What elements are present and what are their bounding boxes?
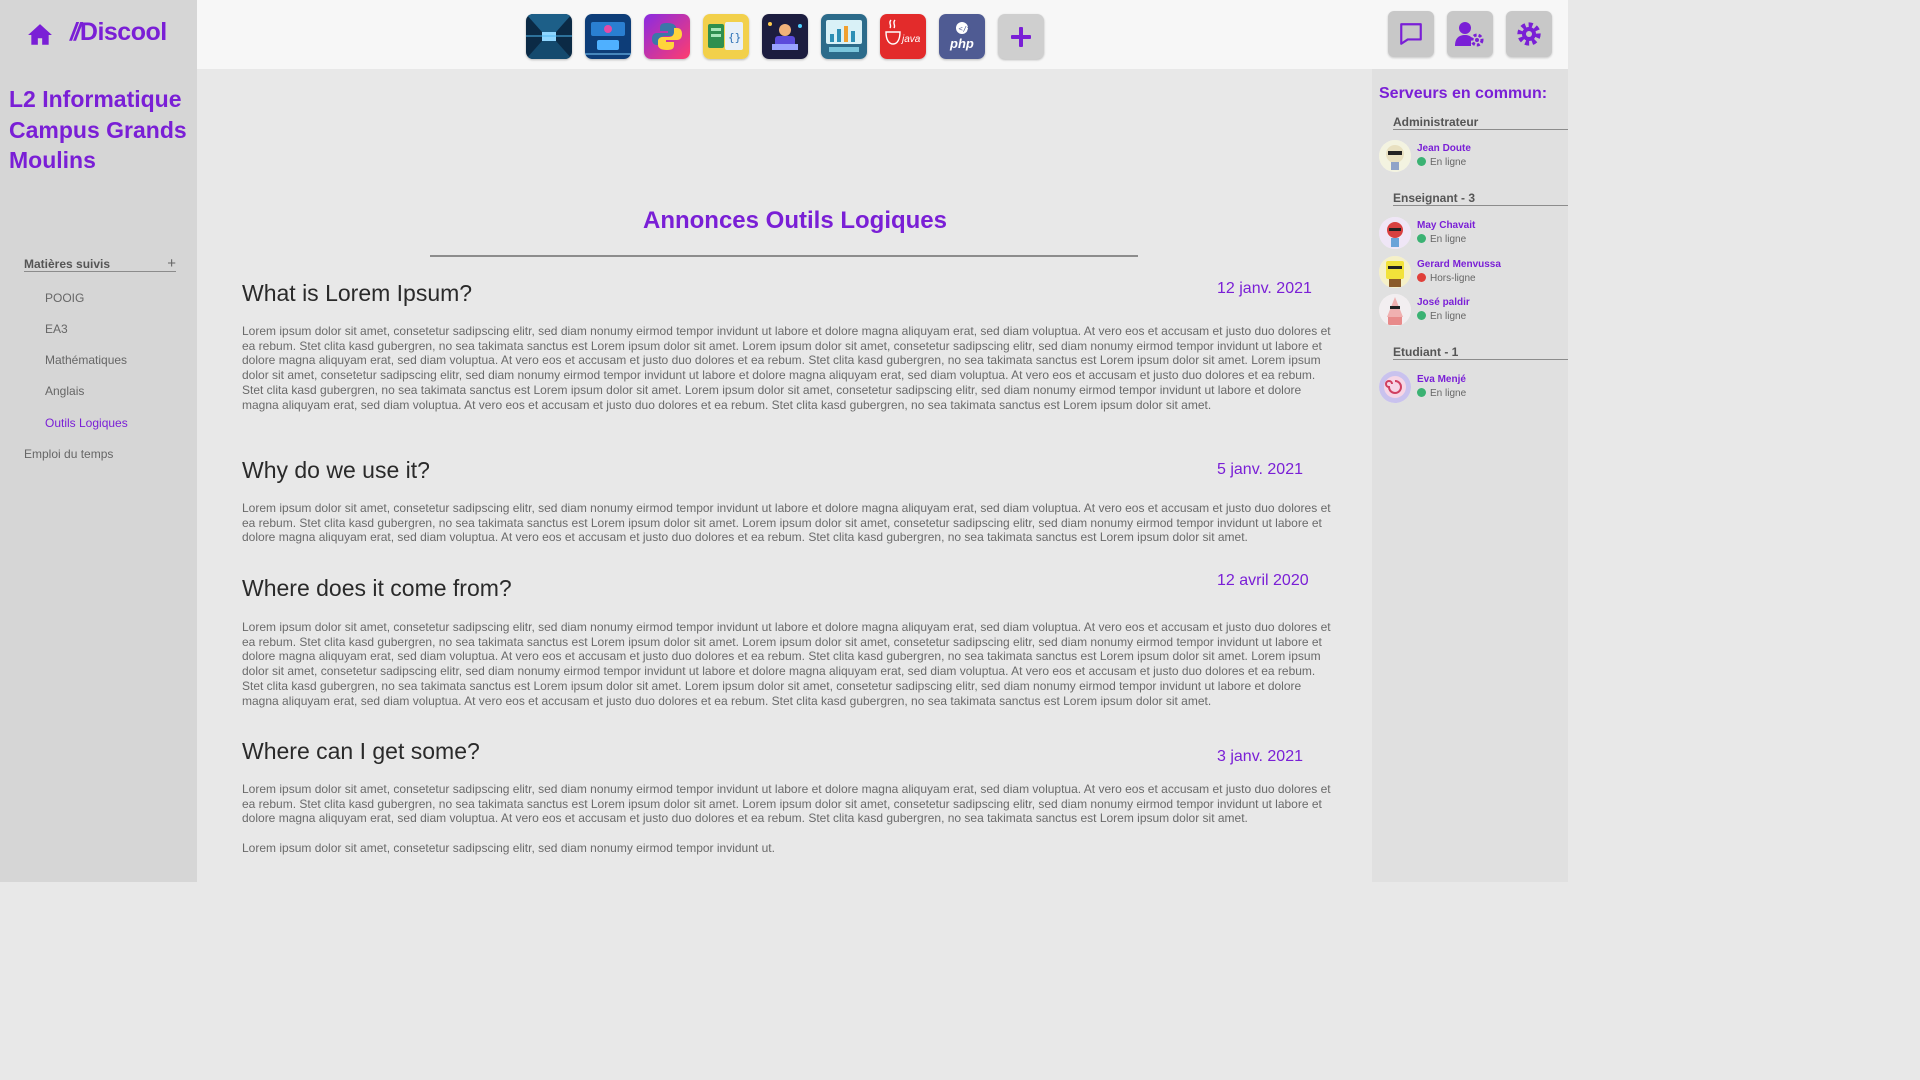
- members-title: Serveurs en commun:: [1379, 85, 1548, 102]
- announcement-body: Lorem ipsum dolor sit amet, consetetur s…: [242, 324, 1331, 412]
- announcement-title: What is Lorem Ipsum?: [242, 280, 473, 306]
- avatar: [1379, 371, 1411, 403]
- top-bar: //Discool {} java </> php: [0, 0, 1568, 69]
- title-divider: [430, 255, 1138, 257]
- sidebar-item-mathematiques[interactable]: Mathématiques: [45, 353, 127, 367]
- announcement-body: Lorem ipsum dolor sit amet, consetetur s…: [242, 782, 1331, 826]
- announcement-title: Where can I get some?: [242, 738, 480, 764]
- announcement-body-extra: Lorem ipsum dolor sit amet, consetetur s…: [242, 841, 775, 855]
- member-item[interactable]: Jean Doute En ligne: [1379, 140, 1564, 174]
- developer-icon: [762, 14, 808, 59]
- user-gear-icon: [1455, 22, 1484, 47]
- members-sidebar: Serveurs en commun: Administrateur Jean …: [1372, 69, 1568, 882]
- member-status: Hors-ligne: [1417, 273, 1476, 284]
- group-title: L2 Informatique Campus Grands Moulins: [9, 86, 187, 173]
- corridor-icon: [526, 14, 572, 59]
- online-dot: [1417, 311, 1426, 320]
- page-title: Annonces Outils Logiques: [642, 207, 948, 234]
- member-item[interactable]: May Chavait En ligne: [1379, 217, 1564, 251]
- messages-button[interactable]: [1388, 11, 1434, 57]
- member-item[interactable]: José paldir En ligne: [1379, 294, 1564, 328]
- online-dot: [1417, 388, 1426, 397]
- brand-area: //Discool: [0, 0, 197, 69]
- announcement-title: Where does it come from?: [242, 575, 512, 601]
- server-code[interactable]: {}: [703, 14, 749, 59]
- server-tunnel[interactable]: [526, 14, 572, 59]
- subjects-header: Matières suivis +: [24, 255, 176, 272]
- sidebar-item-pooig[interactable]: POOIG: [45, 291, 84, 305]
- member-status-label: En ligne: [1430, 234, 1467, 245]
- avatar: [1379, 140, 1411, 172]
- sidebar-item-ea3[interactable]: EA3: [45, 322, 68, 336]
- python-icon: [644, 14, 690, 59]
- announcement-body: Lorem ipsum dolor sit amet, consetetur s…: [242, 620, 1331, 708]
- home-icon[interactable]: [27, 22, 53, 48]
- subjects-header-label: Matières suivis: [24, 257, 111, 271]
- member-name: May Chavait: [1417, 220, 1476, 231]
- online-dot: [1417, 157, 1426, 166]
- member-status-label: En ligne: [1430, 157, 1467, 168]
- server-java[interactable]: java: [880, 14, 926, 59]
- member-status: En ligne: [1417, 234, 1466, 245]
- announcements-panel: Annonces Outils Logiques What is Lorem I…: [197, 69, 1372, 882]
- server-analytics[interactable]: [821, 14, 867, 59]
- announcement-date: 5 janv. 2021: [1217, 461, 1303, 478]
- code-file-icon: {}: [703, 14, 749, 59]
- announcement-date: 12 janv. 2021: [1217, 280, 1312, 297]
- circuit-icon: [585, 14, 631, 59]
- gear-icon: [1517, 22, 1541, 46]
- announcement-title: Why do we use it?: [242, 457, 430, 483]
- user-settings-button[interactable]: [1447, 11, 1493, 57]
- server-dev[interactable]: [762, 14, 808, 59]
- app-logo[interactable]: //Discool: [70, 18, 167, 47]
- sidebar-item-anglais[interactable]: Anglais: [45, 384, 84, 398]
- member-name: Jean Doute: [1417, 143, 1471, 154]
- server-python[interactable]: [644, 14, 690, 59]
- logo-mark: //: [70, 18, 81, 46]
- announcement-body: Lorem ipsum dolor sit amet, consetetur s…: [242, 501, 1331, 545]
- announcement-date: 3 janv. 2021: [1217, 748, 1303, 765]
- role-header: Etudiant - 1: [1393, 345, 1568, 360]
- svg-text:{}: {}: [728, 31, 741, 44]
- member-status-label: En ligne: [1430, 388, 1467, 399]
- analytics-icon: [821, 14, 867, 59]
- member-status: En ligne: [1417, 311, 1466, 322]
- plus-icon: [1011, 26, 1031, 47]
- php-label: php: [949, 36, 974, 51]
- member-status: En ligne: [1417, 388, 1466, 399]
- avatar: [1379, 256, 1411, 288]
- member-status-label: En ligne: [1430, 311, 1467, 322]
- offline-dot: [1417, 273, 1426, 282]
- add-server-button[interactable]: [998, 14, 1044, 59]
- sidebar-item-outils-logiques[interactable]: Outils Logiques: [45, 416, 128, 430]
- role-header: Enseignant - 3: [1393, 191, 1568, 206]
- member-item[interactable]: Gerard Menvussa Hors-ligne: [1379, 256, 1564, 290]
- chat-icon: [1400, 23, 1422, 45]
- online-dot: [1417, 234, 1426, 243]
- member-item[interactable]: Eva Menjé En ligne: [1379, 371, 1564, 405]
- avatar: [1379, 294, 1411, 326]
- member-name: Eva Menjé: [1417, 374, 1466, 385]
- member-status-label: Hors-ligne: [1430, 273, 1476, 284]
- server-tech[interactable]: [585, 14, 631, 59]
- sidebar-item-schedule[interactable]: Emploi du temps: [24, 447, 113, 461]
- add-subject-button[interactable]: +: [167, 255, 176, 272]
- member-name: José paldir: [1417, 297, 1470, 308]
- member-status: En ligne: [1417, 157, 1466, 168]
- member-name: Gerard Menvussa: [1417, 259, 1501, 270]
- server-php[interactable]: </> php: [939, 14, 985, 59]
- logo-text: Discool: [79, 18, 167, 46]
- java-icon: java: [880, 14, 926, 59]
- svg-text:</>: </>: [959, 25, 972, 33]
- avatar: [1379, 217, 1411, 249]
- java-label: java: [900, 34, 921, 45]
- role-header: Administrateur: [1393, 115, 1568, 130]
- announcement-date: 12 avril 2020: [1217, 572, 1309, 589]
- settings-button[interactable]: [1506, 11, 1552, 57]
- php-icon: </> php: [939, 14, 985, 59]
- left-sidebar: L2 Informatique Campus Grands Moulins Ma…: [0, 69, 197, 882]
